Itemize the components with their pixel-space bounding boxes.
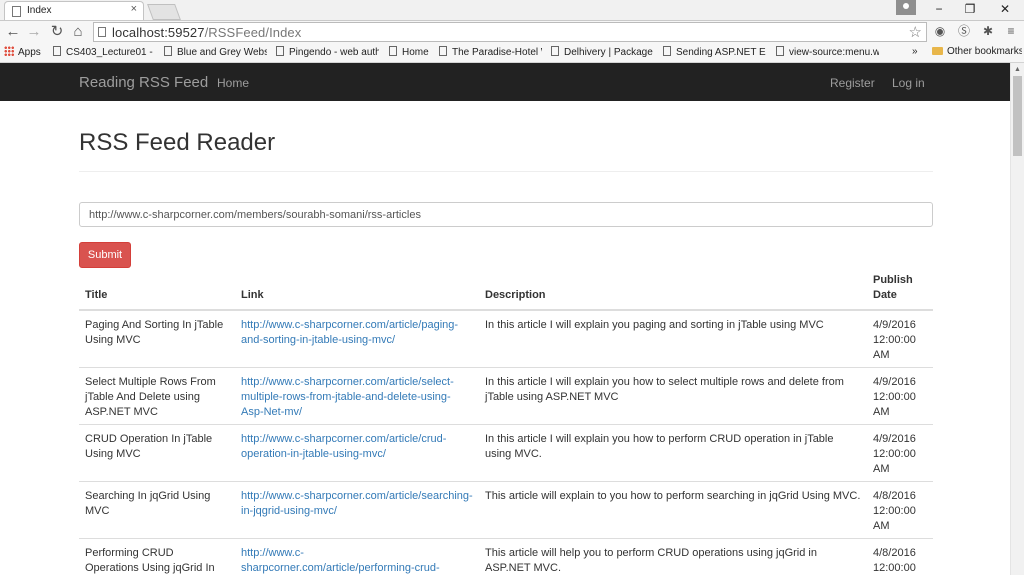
navbar-brand[interactable]: Reading RSS Feed bbox=[79, 74, 208, 91]
table-row: CRUD Operation In jTable Using MVC http:… bbox=[79, 424, 933, 482]
apps-grid-icon bbox=[4, 46, 14, 56]
bookmark-star-icon[interactable]: ☆ bbox=[909, 23, 922, 41]
row-link-cell: http://www.c-sharpcorner.com/article/per… bbox=[235, 538, 479, 575]
nav-register-link[interactable]: Register bbox=[830, 76, 875, 90]
browser-tab-title: Index bbox=[27, 5, 52, 16]
page-icon bbox=[389, 46, 397, 56]
tab-close-icon[interactable]: × bbox=[131, 3, 137, 15]
row-description: This article will help you to perform CR… bbox=[479, 538, 867, 575]
table-header-row: Title Link Description Publish Date bbox=[79, 271, 933, 311]
page-icon bbox=[551, 46, 559, 56]
row-link-cell: http://www.c-sharpcorner.com/article/sea… bbox=[235, 481, 479, 539]
row-description: In this article I will explain you how t… bbox=[479, 424, 867, 482]
browser-toolbar: ← → ↻ ⌂ localhost:59527/RSSFeed/Index ☆ … bbox=[0, 21, 1024, 43]
rss-feed-table: Title Link Description Publish Date Pagi… bbox=[79, 271, 933, 575]
table-row: Select Multiple Rows From jTable And Del… bbox=[79, 367, 933, 425]
row-publish-date: 4/9/2016 12:00:00 AM bbox=[867, 367, 933, 425]
column-header-title: Title bbox=[79, 271, 235, 311]
address-bar[interactable]: localhost:59527/RSSFeed/Index ☆ bbox=[93, 22, 927, 42]
new-tab-button[interactable] bbox=[147, 4, 181, 20]
reload-icon[interactable]: ↻ bbox=[47, 22, 67, 42]
browser-tab[interactable]: Index × bbox=[4, 1, 144, 20]
page-info-icon[interactable] bbox=[98, 27, 106, 37]
scrollbar-thumb[interactable] bbox=[1013, 76, 1022, 156]
column-header-description: Description bbox=[479, 271, 867, 311]
bookmark-item[interactable]: Delhivery | Package 3( bbox=[551, 46, 654, 58]
row-publish-date: 4/8/2016 12:00:00 AM bbox=[867, 538, 933, 575]
column-header-link: Link bbox=[235, 271, 479, 311]
row-description: This article will explain to you how to … bbox=[479, 481, 867, 539]
row-title: Performing CRUD Operations Using jqGrid … bbox=[79, 538, 235, 575]
row-description: In this article I will explain you pagin… bbox=[479, 309, 867, 368]
row-link[interactable]: http://www.c-sharpcorner.com/article/sel… bbox=[241, 376, 454, 418]
site-navbar: Reading RSS Feed Home Register Log in bbox=[0, 63, 1010, 101]
row-link-cell: http://www.c-sharpcorner.com/article/pag… bbox=[235, 309, 479, 368]
page-favicon-icon bbox=[12, 6, 21, 17]
row-link-cell: http://www.c-sharpcorner.com/article/sel… bbox=[235, 367, 479, 425]
table-row: Performing CRUD Operations Using jqGrid … bbox=[79, 538, 933, 575]
bookmarks-overflow-button[interactable]: » bbox=[912, 46, 924, 57]
page-icon bbox=[663, 46, 671, 56]
submit-button[interactable]: Submit bbox=[79, 242, 131, 268]
bookmark-item[interactable]: Sending ASP.NET Ema bbox=[663, 46, 766, 58]
home-icon[interactable]: ⌂ bbox=[68, 22, 88, 42]
row-title: Paging And Sorting In jTable Using MVC bbox=[79, 309, 235, 368]
row-link[interactable]: http://www.c-sharpcorner.com/article/cru… bbox=[241, 433, 446, 460]
page-icon bbox=[164, 46, 172, 56]
nav-home-link[interactable]: Home bbox=[217, 76, 249, 90]
row-title: Searching In jqGrid Using MVC bbox=[79, 481, 235, 539]
bookmark-item[interactable]: view-source:menu.wa bbox=[776, 46, 879, 58]
folder-icon bbox=[932, 47, 943, 55]
feed-url-input[interactable] bbox=[79, 202, 933, 227]
bookmark-item[interactable]: The Paradise-Hotel W bbox=[439, 46, 542, 58]
bookmark-apps[interactable]: Apps bbox=[4, 46, 49, 58]
row-title: Select Multiple Rows From jTable And Del… bbox=[79, 367, 235, 425]
page-icon bbox=[776, 46, 784, 56]
skype-extension-icon[interactable]: Ⓢ bbox=[956, 23, 972, 39]
page-scrollbar[interactable]: ▲ bbox=[1010, 63, 1024, 575]
extension-search-icon[interactable]: ◉ bbox=[932, 23, 948, 39]
page-title: RSS Feed Reader bbox=[79, 129, 276, 156]
page-icon bbox=[276, 46, 284, 56]
user-profile-icon[interactable] bbox=[896, 0, 916, 15]
row-link-cell: http://www.c-sharpcorner.com/article/cru… bbox=[235, 424, 479, 482]
page-icon bbox=[53, 46, 61, 56]
address-url: localhost:59527/RSSFeed/Index bbox=[112, 25, 302, 40]
bookmarks-bar: Apps CS403_Lecture01 - Yo Blue and Grey … bbox=[0, 43, 1024, 63]
restore-window-button[interactable]: ❐ bbox=[955, 0, 985, 18]
bookmark-item[interactable]: Home bbox=[389, 46, 431, 58]
row-title: CRUD Operation In jTable Using MVC bbox=[79, 424, 235, 482]
scroll-up-arrow-icon[interactable]: ▲ bbox=[1014, 66, 1021, 73]
minimize-window-button[interactable]: − bbox=[924, 0, 954, 18]
page-icon bbox=[439, 46, 447, 56]
row-link[interactable]: http://www.c-sharpcorner.com/article/pag… bbox=[241, 319, 458, 346]
extension-puzzle-icon[interactable]: ✱ bbox=[980, 23, 996, 39]
divider bbox=[79, 171, 933, 172]
chrome-menu-icon[interactable]: ≡ bbox=[1003, 23, 1019, 39]
row-publish-date: 4/9/2016 12:00:00 AM bbox=[867, 424, 933, 482]
page-viewport: Reading RSS Feed Home Register Log in RS… bbox=[0, 63, 1010, 575]
close-window-button[interactable]: ✕ bbox=[990, 0, 1020, 18]
table-row: Paging And Sorting In jTable Using MVC h… bbox=[79, 309, 933, 368]
column-header-publish-date: Publish Date bbox=[867, 271, 933, 311]
bookmark-item[interactable]: CS403_Lecture01 - Yo bbox=[53, 46, 153, 58]
row-link[interactable]: http://www.c-sharpcorner.com/article/sea… bbox=[241, 490, 473, 517]
forward-arrow-icon[interactable]: → bbox=[24, 22, 44, 42]
row-publish-date: 4/9/2016 12:00:00 AM bbox=[867, 309, 933, 368]
bookmark-item[interactable]: Blue and Grey Websit bbox=[164, 46, 267, 58]
row-description: In this article I will explain you how t… bbox=[479, 367, 867, 425]
browser-tab-strip: Index × − ❐ ✕ bbox=[0, 0, 1024, 21]
row-link[interactable]: http://www.c-sharpcorner.com/article/per… bbox=[241, 547, 440, 575]
nav-login-link[interactable]: Log in bbox=[892, 76, 925, 90]
other-bookmarks[interactable]: Other bookmarks bbox=[932, 46, 1022, 57]
back-arrow-icon[interactable]: ← bbox=[3, 22, 23, 42]
bookmark-item[interactable]: Pingendo - web authc bbox=[276, 46, 379, 58]
row-publish-date: 4/8/2016 12:00:00 AM bbox=[867, 481, 933, 539]
table-row: Searching In jqGrid Using MVC http://www… bbox=[79, 481, 933, 539]
